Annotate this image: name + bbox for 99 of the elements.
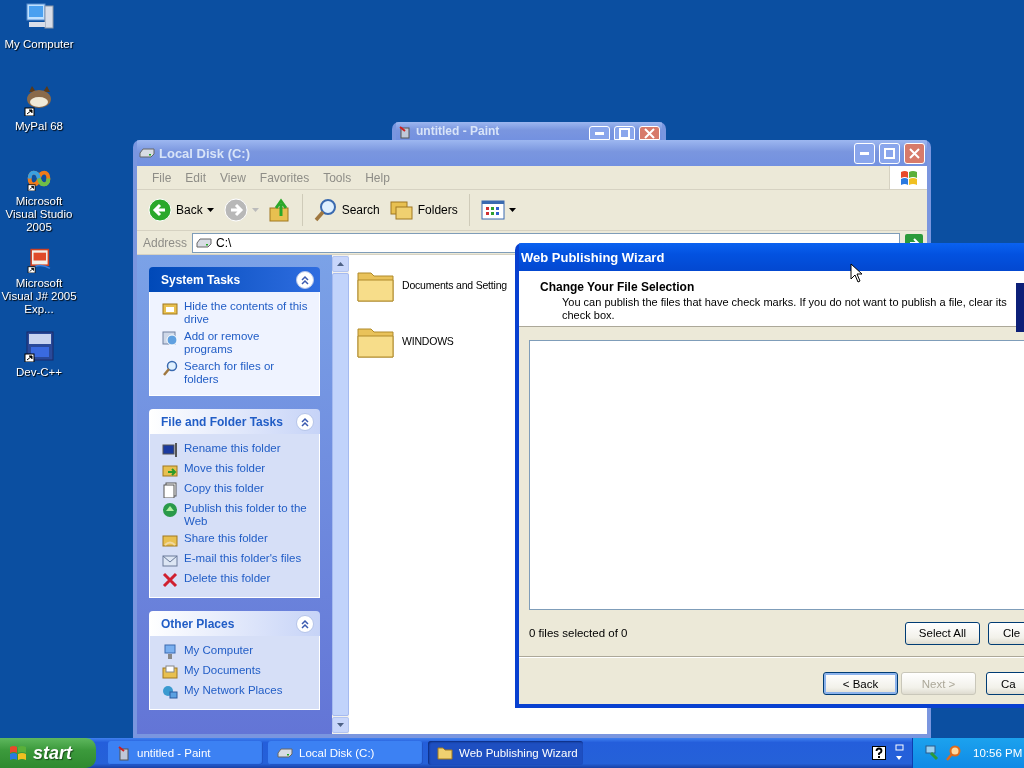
collapse-button[interactable] bbox=[296, 614, 314, 633]
monitor-icon bbox=[162, 442, 178, 458]
scroll-up-icon bbox=[337, 262, 344, 266]
desktop-icon-label[interactable]: Microsoft Visual Studio 2005 bbox=[0, 195, 79, 234]
flag-icon bbox=[8, 744, 28, 762]
task-link[interactable]: Move this folder bbox=[184, 462, 266, 475]
minimize-button[interactable] bbox=[854, 142, 875, 164]
task-link[interactable]: Share this folder bbox=[184, 532, 268, 545]
chevron-icon bbox=[300, 618, 310, 629]
folders-button[interactable]: Folders bbox=[386, 193, 461, 227]
desktop-icon-label[interactable]: Microsoft Visual J# 2005 Exp... bbox=[0, 277, 79, 316]
collapse-button[interactable] bbox=[296, 270, 314, 289]
list-button[interactable]: Select All bbox=[905, 621, 980, 645]
app-tile-icon[interactable] bbox=[23, 330, 55, 362]
drive-icon bbox=[196, 237, 213, 248]
folder-icon bbox=[162, 664, 178, 680]
scrollbar[interactable] bbox=[332, 255, 349, 734]
document-icon bbox=[162, 482, 178, 498]
folders-icon bbox=[389, 199, 414, 221]
maximize-icon bbox=[884, 147, 895, 159]
folder-icon bbox=[162, 300, 178, 316]
task-link[interactable]: E-mail this folder's files bbox=[184, 552, 302, 565]
address-label: Address bbox=[143, 235, 188, 250]
back-button[interactable]: Back bbox=[145, 193, 217, 227]
taskbar-button[interactable]: Local Disk (C:) bbox=[268, 741, 423, 765]
help-icon[interactable] bbox=[872, 746, 886, 760]
network-icon[interactable] bbox=[925, 745, 941, 761]
list-button[interactable]: Cle bbox=[988, 621, 1024, 645]
cd-icon bbox=[162, 330, 178, 346]
task-link[interactable]: Copy this folder bbox=[184, 482, 264, 495]
folder-name[interactable]: Documents and Setting bbox=[402, 279, 507, 291]
panel-title: Other Places bbox=[161, 616, 235, 631]
wizard-description: You can publish the files that have check marks. If you do not want to publish a file, clear its check box. bbox=[561, 296, 1008, 322]
chevron-icon bbox=[300, 416, 310, 427]
flag-icon bbox=[898, 168, 919, 187]
desktop-icon-label[interactable]: MyPal 68 bbox=[0, 120, 79, 133]
window-title: untitled - Paint bbox=[416, 125, 501, 138]
chevron-icon bbox=[300, 274, 310, 285]
caret-icon bbox=[251, 208, 259, 212]
panel-title: System Tasks bbox=[161, 272, 241, 287]
caret-icon bbox=[508, 208, 516, 212]
scroll-down-icon bbox=[337, 723, 344, 727]
window-title: Local Disk (C:) bbox=[159, 145, 251, 161]
folder-up-icon bbox=[268, 198, 291, 222]
nav-button[interactable]: < Back bbox=[823, 672, 898, 695]
task-link[interactable]: Hide the contents of this drive bbox=[184, 300, 311, 326]
paint-can-icon bbox=[117, 745, 131, 761]
task-link[interactable]: My Documents bbox=[184, 664, 261, 677]
collapse-button[interactable] bbox=[296, 412, 314, 431]
task-link[interactable]: Rename this folder bbox=[184, 442, 281, 455]
desktop-icon-label[interactable]: My Computer bbox=[0, 38, 79, 51]
paint-can-icon bbox=[398, 125, 412, 139]
task-link[interactable]: My Computer bbox=[184, 644, 254, 657]
close-icon bbox=[909, 147, 920, 159]
drive-icon bbox=[277, 748, 293, 758]
task-link[interactable]: Add or remove programs bbox=[184, 330, 311, 356]
drive-icon bbox=[139, 148, 155, 158]
desktop-icon-label[interactable]: Dev-C++ bbox=[0, 366, 79, 379]
maximize-button[interactable] bbox=[614, 126, 635, 140]
envelope-icon bbox=[162, 552, 178, 568]
minimize-icon bbox=[595, 131, 604, 135]
panel-header[interactable]: System Tasks bbox=[149, 267, 320, 292]
task-link[interactable]: Search for files or folders bbox=[184, 360, 311, 386]
maximize-icon bbox=[619, 127, 630, 139]
panel-title: File and Folder Tasks bbox=[161, 414, 283, 429]
minimize-icon bbox=[860, 151, 869, 155]
search-icon bbox=[313, 198, 338, 222]
task-link[interactable]: My Network Places bbox=[184, 684, 283, 697]
selection-status: 0 files selected of 0 bbox=[529, 627, 628, 639]
folder-icon bbox=[437, 746, 453, 760]
taskbar-button[interactable]: Web Publishing Wizard bbox=[428, 741, 583, 765]
network-icon bbox=[162, 684, 178, 700]
globe-icon bbox=[162, 502, 178, 518]
computer-icon bbox=[162, 644, 178, 660]
panel-header[interactable]: Other Places bbox=[149, 611, 320, 636]
close-button[interactable] bbox=[639, 126, 660, 140]
views-icon bbox=[480, 200, 505, 220]
clock: 10:56 PM bbox=[973, 747, 1023, 759]
nav-button[interactable]: Ca bbox=[986, 672, 1024, 695]
maximize-button[interactable] bbox=[879, 142, 900, 164]
taskbar-button[interactable]: untitled - Paint bbox=[108, 741, 263, 765]
search-button[interactable]: Search bbox=[310, 193, 383, 227]
task-link[interactable]: Delete this folder bbox=[184, 572, 271, 585]
task-link[interactable]: Publish this folder to the Web bbox=[184, 502, 311, 528]
search-icon[interactable] bbox=[945, 745, 961, 761]
search-icon bbox=[162, 360, 178, 376]
delete-icon bbox=[162, 572, 178, 588]
folder-icon bbox=[162, 462, 178, 478]
minimize-button[interactable] bbox=[589, 126, 610, 140]
folder-name[interactable]: WINDOWS bbox=[402, 335, 454, 347]
close-icon bbox=[644, 127, 655, 139]
window-arrows-icon[interactable] bbox=[894, 744, 904, 762]
panel-header[interactable]: File and Folder Tasks bbox=[149, 409, 320, 434]
caret-icon bbox=[206, 208, 214, 212]
start-label: start bbox=[33, 742, 72, 764]
wizard-heading: Change Your File Selection bbox=[540, 280, 696, 294]
start-button[interactable]: start bbox=[0, 738, 96, 768]
folder-icon bbox=[162, 532, 178, 548]
close-button[interactable] bbox=[904, 142, 925, 164]
